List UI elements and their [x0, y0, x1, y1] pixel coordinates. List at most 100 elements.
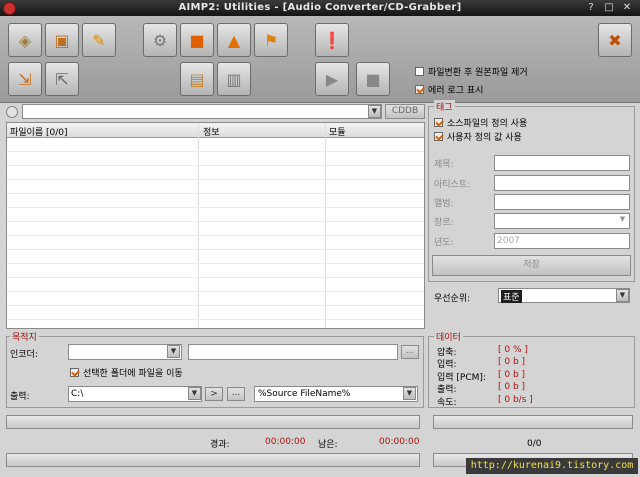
- save-list-button[interactable]: ▥: [217, 62, 251, 96]
- year-label: 년도:: [434, 238, 454, 248]
- title-field[interactable]: [494, 155, 630, 171]
- year-field[interactable]: 2007: [494, 233, 630, 249]
- title-label: 제목:: [434, 160, 454, 170]
- aimp-button[interactable]: ▲: [217, 23, 251, 57]
- converter-button[interactable]: ▣: [45, 23, 79, 57]
- year-placeholder: 2007: [497, 236, 520, 246]
- tag-group-title: 태그: [434, 100, 455, 113]
- priority-label: 우선순위:: [434, 294, 471, 304]
- album-field[interactable]: [494, 194, 630, 210]
- settings-button[interactable]: ⚙: [143, 23, 177, 57]
- encoder-label: 인코더:: [10, 350, 38, 360]
- cddb-button[interactable]: CDDB: [385, 104, 425, 119]
- output-browse-button[interactable]: ...: [227, 387, 245, 401]
- convert-icon: ▣: [54, 30, 70, 50]
- elapsed-label: 경과:: [210, 440, 230, 450]
- priority-combo[interactable]: 표준: [498, 288, 630, 303]
- open-list-button[interactable]: ▤: [180, 62, 214, 96]
- flag-button[interactable]: ⚑: [254, 23, 288, 57]
- gear-icon: ⚙: [152, 30, 168, 50]
- aimp-logo-icon: ▲: [227, 30, 241, 50]
- compression-value: [ 0 % ]: [498, 345, 528, 355]
- move-to-folder-checkbox[interactable]: [70, 368, 79, 377]
- remove-file-icon: ⇱: [55, 69, 69, 89]
- document-icon: ▤: [189, 69, 205, 89]
- output-size-label: 출력:: [437, 385, 457, 395]
- column-module[interactable]: 모듈: [329, 125, 346, 138]
- show-error-log-checkbox[interactable]: [415, 85, 424, 94]
- chevron-down-icon[interactable]: ▼: [616, 289, 629, 302]
- elapsed-value: 00:00:00: [265, 437, 306, 447]
- use-source-tags-label: 소스파일의 정의 사용: [447, 119, 528, 129]
- source-path-combo[interactable]: [22, 104, 382, 119]
- genre-label: 장르:: [434, 218, 454, 228]
- artist-label: 아티스트:: [434, 180, 471, 190]
- column-info[interactable]: 정보: [203, 125, 220, 138]
- column-filename[interactable]: 파일이름 [0/0]: [10, 125, 68, 138]
- stop-button[interactable]: ■: [356, 62, 390, 96]
- encoder-browse-button[interactable]: ...: [401, 345, 419, 359]
- show-error-log-label: 에러 로그 표시: [428, 86, 484, 96]
- chevron-down-icon[interactable]: ▼: [188, 387, 201, 400]
- maximize-icon[interactable]: □: [602, 1, 616, 15]
- use-user-tags-label: 사용자 정의 값 사용: [447, 133, 522, 143]
- pencil-icon: ✎: [92, 30, 106, 50]
- input-label: 입력:: [437, 360, 457, 370]
- play-icon: ▶: [325, 69, 339, 89]
- use-user-tags-checkbox[interactable]: [434, 132, 443, 141]
- exclamation-icon: ❗: [322, 30, 342, 50]
- input-pcm-value: [ 0 b ]: [498, 370, 526, 380]
- stop-all-button[interactable]: ■: [180, 23, 214, 57]
- flag-icon: ⚑: [263, 30, 279, 50]
- delete-source-label: 파일변환 후 원본파일 제거: [428, 68, 528, 78]
- overall-progress-bar: [6, 453, 420, 467]
- stop-icon: ■: [365, 69, 381, 89]
- speed-label: 속도:: [437, 398, 457, 408]
- genre-combo[interactable]: [494, 213, 630, 229]
- data-group-title: 데이터: [434, 330, 463, 343]
- artist-field[interactable]: [494, 175, 630, 191]
- help-icon[interactable]: ?: [584, 1, 598, 15]
- watermark: http://kurenai9.tistory.com: [466, 458, 638, 474]
- close-icon[interactable]: ✕: [620, 1, 634, 15]
- file-count: 0/0: [527, 439, 542, 449]
- encoder-combo[interactable]: [68, 344, 182, 360]
- chevron-down-icon[interactable]: ▼: [616, 214, 629, 227]
- square-icon: ■: [189, 30, 205, 50]
- output-label: 출력:: [10, 392, 30, 402]
- save-tag-button[interactable]: 저장: [432, 255, 631, 276]
- filename-pattern-combo[interactable]: %Source FileName%: [254, 386, 418, 402]
- chevron-down-icon[interactable]: ▼: [167, 345, 180, 358]
- remaining-value: 00:00:00: [379, 437, 420, 447]
- tag-editor-button[interactable]: ✎: [82, 23, 116, 57]
- output-size-value: [ 0 b ]: [498, 382, 526, 392]
- speed-value: [ 0 b/s ]: [498, 395, 533, 405]
- chevron-down-icon[interactable]: ▼: [403, 387, 416, 400]
- encoder-settings-field[interactable]: [188, 344, 398, 360]
- output-path-combo[interactable]: C:\: [68, 386, 202, 402]
- info-button[interactable]: ❗: [315, 23, 349, 57]
- file-progress-bar: [6, 415, 420, 429]
- chevron-down-icon[interactable]: ▼: [368, 105, 381, 118]
- play-button[interactable]: ▶: [315, 62, 349, 96]
- file-list[interactable]: 파일이름 [0/0] 정보 모듈: [6, 122, 425, 329]
- remove-files-button[interactable]: ⇱: [45, 62, 79, 96]
- use-source-tags-checkbox[interactable]: [434, 118, 443, 127]
- destination-group-title: 목적지: [10, 330, 39, 343]
- album-label: 앨범:: [434, 199, 454, 209]
- priority-value: 표준: [501, 290, 522, 303]
- cd-grabber-button[interactable]: ◈: [8, 23, 42, 57]
- close-circle-icon: ✖: [608, 30, 622, 50]
- remaining-label: 남은:: [318, 440, 338, 450]
- exit-button[interactable]: ✖: [598, 23, 632, 57]
- no-entry-icon: [6, 106, 18, 118]
- input-value: [ 0 b ]: [498, 357, 526, 367]
- window-title: AIMP2: Utilities - [Audio Converter/CD-G…: [178, 2, 462, 13]
- delete-source-checkbox[interactable]: [415, 67, 424, 76]
- output-path-value: C:\: [71, 389, 84, 399]
- cd-icon: ◈: [18, 30, 32, 50]
- add-files-button[interactable]: ⇲: [8, 62, 42, 96]
- add-file-icon: ⇲: [18, 69, 32, 89]
- toolbar: ◈ ▣ ✎ ⚙ ■ ▲ ⚑ ❗ ✖ ⇲ ⇱ ▤ ▥ ▶ ■ 파일변환 후 원본파…: [0, 16, 640, 103]
- open-folder-button[interactable]: >: [205, 387, 223, 401]
